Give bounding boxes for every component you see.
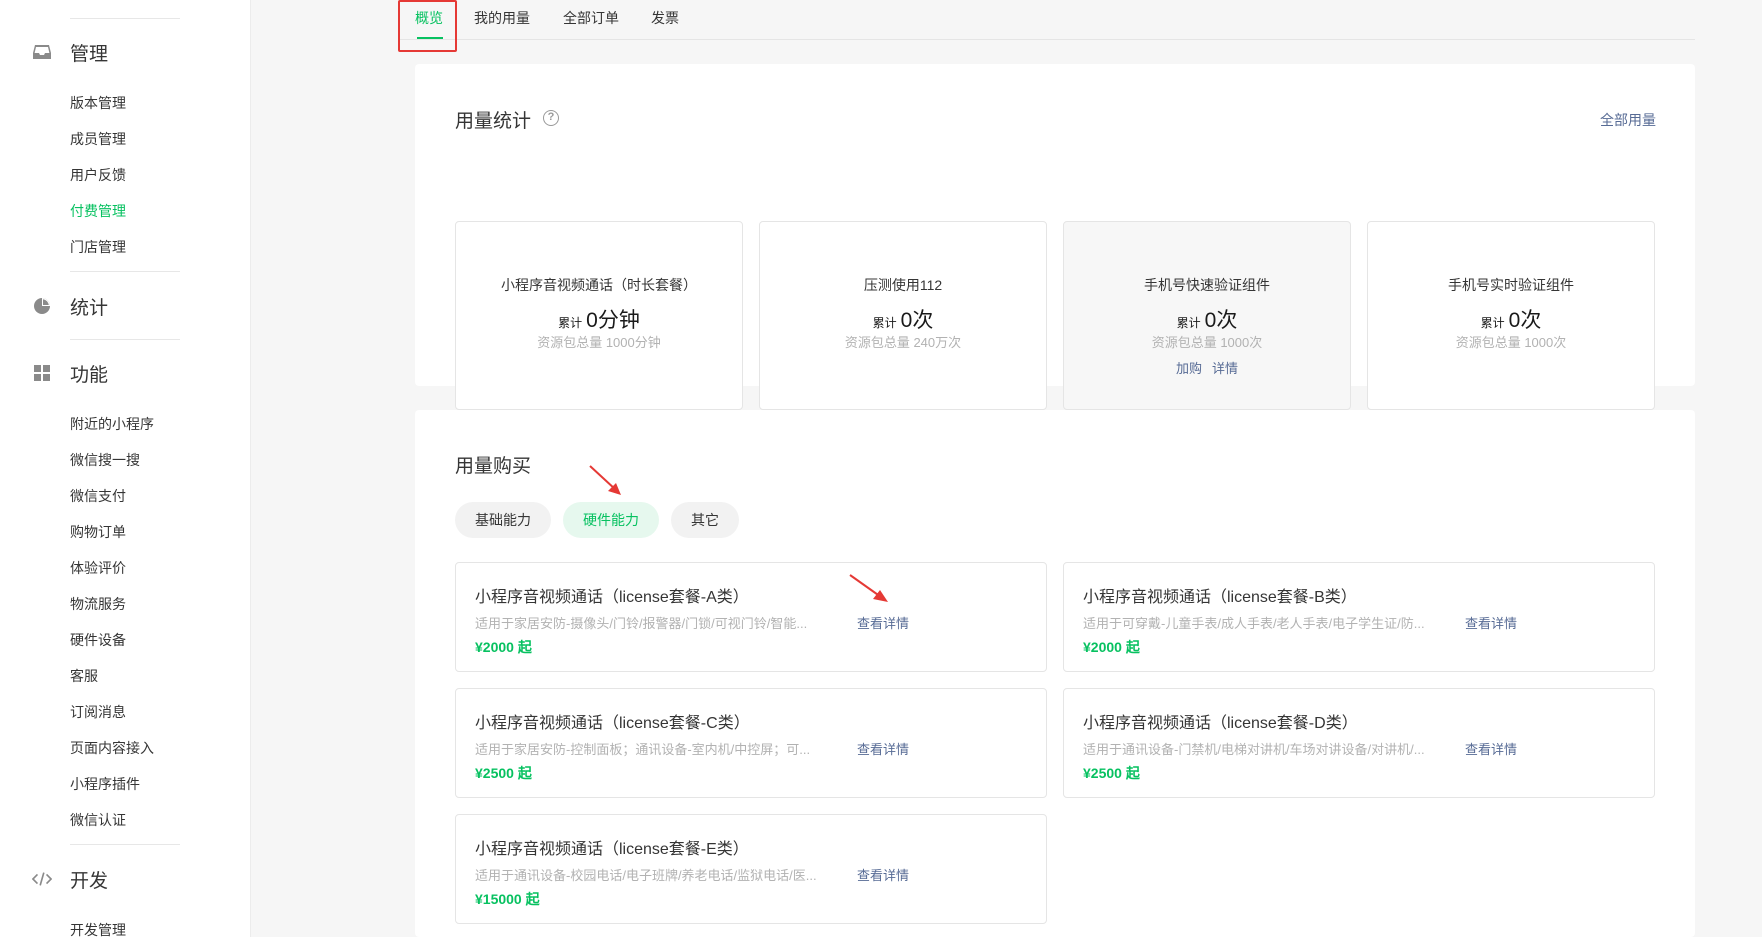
- usage-stats-panel: 用量统计 ? 全部用量 小程序音视频通话（时长套餐） 累计 0分钟 资源包总量 1…: [415, 64, 1695, 410]
- sidebar-section-label: 管理: [70, 43, 109, 65]
- sidebar-item-pay[interactable]: 微信支付: [70, 486, 126, 506]
- sidebar-item-content[interactable]: 页面内容接入: [70, 738, 154, 758]
- usage-card-total: 累计 0次: [1176, 309, 1238, 332]
- package-desc: 适用于通讯设备-校园电话/电子班牌/养老电话/监狱电话/医...: [475, 868, 817, 883]
- sidebar: 管理 版本管理 成员管理 用户反馈 付费管理 门店管理 统计 功能 附近的小程序…: [0, 0, 251, 937]
- tab-my-usage[interactable]: 我的用量: [474, 8, 530, 28]
- sidebar-item-plugins[interactable]: 小程序插件: [70, 774, 140, 794]
- package-desc: 适用于通讯设备-门禁机/电梯对讲机/车场对讲设备/对讲机/...: [1083, 742, 1425, 757]
- sidebar-section-label: 功能: [70, 364, 109, 386]
- usage-card-total: 累计 0分钟: [558, 309, 640, 332]
- sidebar-section-dev[interactable]: 开发: [32, 867, 109, 892]
- package-card[interactable]: 小程序音视频通话（license套餐-E类） 适用于通讯设备-校园电话/电子班牌…: [455, 814, 1047, 924]
- sidebar-section-manage[interactable]: 管理: [32, 40, 109, 65]
- sidebar-section-label: 统计: [70, 297, 109, 319]
- sidebar-item-verify[interactable]: 微信认证: [70, 810, 126, 830]
- view-details-link[interactable]: 查看详情: [857, 865, 909, 884]
- tab-all-orders[interactable]: 全部订单: [563, 8, 619, 28]
- package-title: 小程序音视频通话（license套餐-D类）: [1083, 715, 1358, 732]
- code-icon: [32, 869, 52, 889]
- details-link[interactable]: 详情: [1212, 361, 1238, 376]
- sidebar-section-features[interactable]: 功能: [32, 361, 109, 386]
- grid-icon: [32, 363, 52, 383]
- usage-card-name: 手机号实时验证组件: [1448, 277, 1574, 293]
- annotation-highlight-box: [398, 0, 457, 52]
- sidebar-item-logistics[interactable]: 物流服务: [70, 594, 126, 614]
- package-card[interactable]: 小程序音视频通话（license套餐-A类） 适用于家居安防-摄像头/门铃/报警…: [455, 562, 1047, 672]
- package-title: 小程序音视频通话（license套餐-C类）: [475, 715, 750, 732]
- view-details-link[interactable]: 查看详情: [1465, 613, 1517, 632]
- package-card[interactable]: 小程序音视频通话（license套餐-D类） 适用于通讯设备-门禁机/电梯对讲机…: [1063, 688, 1655, 798]
- inbox-icon: [32, 42, 52, 62]
- package-price: ¥2500 起: [475, 765, 532, 781]
- sidebar-item-orders[interactable]: 购物订单: [70, 522, 126, 542]
- package-desc: 适用于家居安防-控制面板；通讯设备-室内机/中控屏；可...: [475, 742, 811, 757]
- view-details-link[interactable]: 查看详情: [857, 613, 909, 632]
- sidebar-item-service[interactable]: 客服: [70, 666, 98, 686]
- sidebar-item-nearby[interactable]: 附近的小程序: [70, 414, 154, 434]
- sidebar-item-version[interactable]: 版本管理: [70, 93, 126, 113]
- usage-card-name: 小程序音视频通话（时长套餐）: [501, 277, 697, 293]
- package-card[interactable]: 小程序音视频通话（license套餐-C类） 适用于家居安防-控制面板；通讯设备…: [455, 688, 1047, 798]
- usage-card-name: 压测使用112: [863, 277, 943, 293]
- view-details-link[interactable]: 查看详情: [1465, 739, 1517, 758]
- package-price: ¥2000 起: [475, 639, 532, 655]
- usage-card-quota: 资源包总量 240万次: [844, 335, 962, 350]
- sidebar-section-label: 开发: [70, 870, 109, 892]
- package-price: ¥2500 起: [1083, 765, 1140, 781]
- package-price: ¥2000 起: [1083, 639, 1140, 655]
- package-title: 小程序音视频通话（license套餐-A类）: [475, 589, 749, 606]
- sidebar-divider: [70, 844, 180, 845]
- usage-card: 手机号实时验证组件 累计 0次 资源包总量 1000次: [1367, 221, 1655, 410]
- help-icon[interactable]: ?: [543, 110, 559, 126]
- package-title: 小程序音视频通话（license套餐-B类）: [1083, 589, 1357, 606]
- usage-card-total: 累计 0次: [872, 309, 934, 332]
- view-details-link[interactable]: 查看详情: [857, 739, 909, 758]
- sidebar-item-payment[interactable]: 付费管理: [70, 201, 126, 221]
- sidebar-section-stats[interactable]: 统计: [32, 294, 109, 319]
- usage-card-quota: 资源包总量 1000分钟: [537, 335, 661, 350]
- package-price: ¥15000 起: [475, 891, 540, 907]
- annotation-arrow: [589, 465, 621, 495]
- sidebar-divider: [70, 18, 180, 19]
- sidebar-item-members[interactable]: 成员管理: [70, 129, 126, 149]
- usage-card: 压测使用112 累计 0次 资源包总量 240万次: [759, 221, 1047, 410]
- all-usage-link[interactable]: 全部用量: [1600, 110, 1656, 130]
- usage-card: 小程序音视频通话（时长套餐） 累计 0分钟 资源包总量 1000分钟: [455, 221, 743, 410]
- package-title: 小程序音视频通话（license套餐-E类）: [475, 841, 749, 858]
- sidebar-item-subscribe[interactable]: 订阅消息: [70, 702, 126, 722]
- usage-card-quota: 资源包总量 1000次: [1151, 335, 1263, 350]
- sidebar-item-feedback[interactable]: 用户反馈: [70, 165, 126, 185]
- usage-card-links: 加购 详情: [1064, 358, 1350, 377]
- sidebar-item-stores[interactable]: 门店管理: [70, 237, 126, 257]
- package-desc: 适用于可穿戴-儿童手表/成人手表/老人手表/电子学生证/防...: [1083, 616, 1425, 631]
- usage-card-name: 手机号快速验证组件: [1144, 277, 1270, 293]
- usage-card-quota: 资源包总量 1000次: [1455, 335, 1567, 350]
- sidebar-item-search[interactable]: 微信搜一搜: [70, 450, 140, 470]
- sidebar-item-dev-manage[interactable]: 开发管理: [70, 920, 126, 937]
- annotation-arrow: [849, 574, 888, 602]
- usage-card: 手机号快速验证组件 累计 0次 资源包总量 1000次 加购 详情: [1063, 221, 1351, 410]
- sidebar-item-hardware[interactable]: 硬件设备: [70, 630, 126, 650]
- sidebar-item-reviews[interactable]: 体验评价: [70, 558, 126, 578]
- sidebar-divider: [70, 339, 180, 340]
- usage-stats-title: 用量统计: [455, 111, 532, 132]
- chip-basic[interactable]: 基础能力: [455, 502, 551, 538]
- chip-hardware[interactable]: 硬件能力: [563, 502, 659, 538]
- usage-purchase-title: 用量购买: [455, 456, 532, 477]
- package-card[interactable]: 小程序音视频通话（license套餐-B类） 适用于可穿戴-儿童手表/成人手表/…: [1063, 562, 1655, 672]
- usage-card-total: 累计 0次: [1480, 309, 1542, 332]
- sidebar-divider: [70, 271, 180, 272]
- add-purchase-link[interactable]: 加购: [1176, 361, 1202, 376]
- tab-invoice[interactable]: 发票: [651, 8, 679, 28]
- chip-other[interactable]: 其它: [671, 502, 739, 538]
- pie-chart-icon: [32, 296, 52, 316]
- package-desc: 适用于家居安防-摄像头/门铃/报警器/门锁/可视门铃/智能...: [475, 616, 808, 631]
